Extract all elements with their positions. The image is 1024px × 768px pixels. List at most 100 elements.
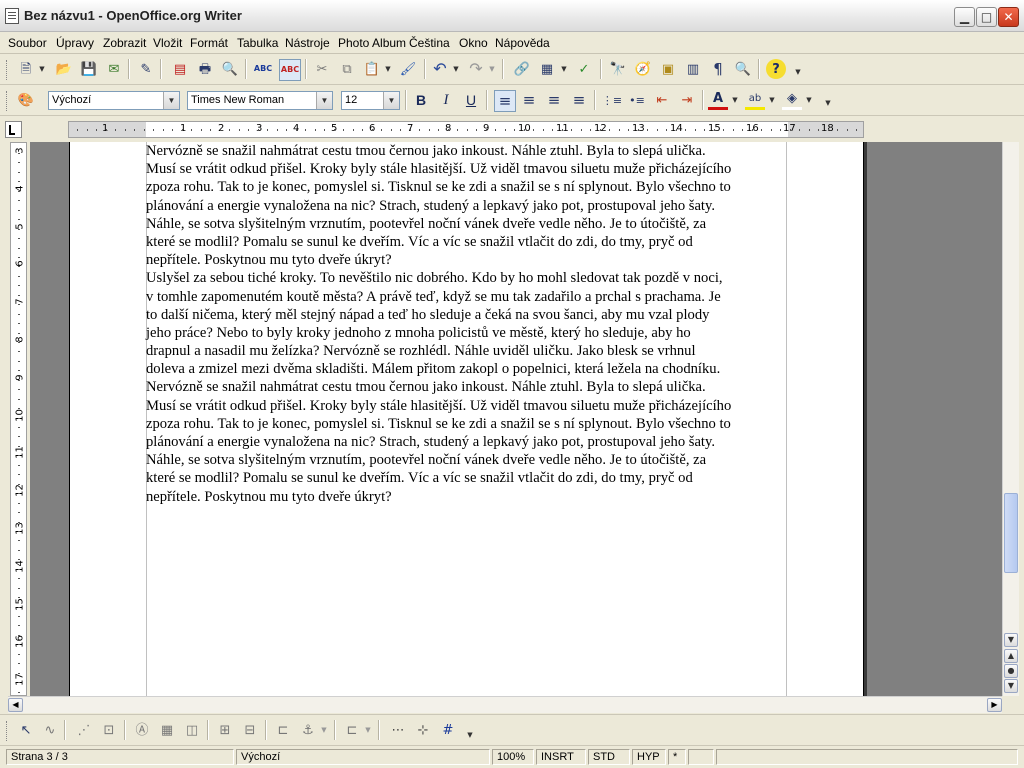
- new-document-icon[interactable]: 🗎: [16, 59, 36, 79]
- menu-nastroje[interactable]: Nástroje: [285, 36, 330, 50]
- fontwork-icon[interactable]: Ⓐ: [132, 720, 152, 740]
- menu-napoveda[interactable]: Nápověda: [495, 36, 550, 50]
- toolbar-overflow-arrow[interactable]: ▼: [466, 725, 474, 745]
- status-zoom[interactable]: 100%: [492, 749, 534, 765]
- text-line[interactable]: Musí se vrátit odkud přišel. Kroky byly …: [146, 160, 791, 178]
- hyperlink-icon[interactable]: 🔗: [512, 59, 532, 79]
- wrap-icon[interactable]: ⊏: [273, 720, 293, 740]
- cut-icon[interactable]: ✂: [312, 59, 332, 79]
- undo-dropdown-arrow[interactable]: ▼: [452, 59, 460, 79]
- bullets-button[interactable]: •≡: [627, 90, 647, 110]
- align-objects-icon[interactable]: ⊞: [215, 720, 235, 740]
- text-line[interactable]: Nervózně se snažil nahmátrat cestu tmou …: [146, 378, 791, 396]
- edit-file-icon[interactable]: ✎: [136, 59, 156, 79]
- font-name-combo[interactable]: Times New Roman ▼: [187, 91, 333, 110]
- curve-icon[interactable]: ∿: [40, 720, 60, 740]
- document-page[interactable]: Nervózně se snažil nahmátrat cestu tmou …: [69, 142, 867, 696]
- toolbar-grip[interactable]: [6, 91, 10, 111]
- object-properties-icon[interactable]: ⊏: [342, 720, 362, 740]
- status-signature[interactable]: [688, 749, 714, 765]
- styles-formatting-icon[interactable]: 🎨: [16, 90, 36, 110]
- status-page[interactable]: Strana 3 / 3: [6, 749, 234, 765]
- chevron-down-icon[interactable]: ▼: [383, 92, 399, 109]
- text-line[interactable]: nepřítele. Poskytnou mu tyto dveře úkryt…: [146, 251, 791, 269]
- open-folder-icon[interactable]: 📂: [54, 59, 74, 79]
- maximize-button[interactable]: □: [976, 7, 997, 27]
- help-icon[interactable]: ?: [766, 59, 786, 79]
- decrease-indent-button[interactable]: ⇤: [652, 90, 672, 110]
- menu-upravy[interactable]: Úpravy: [56, 36, 94, 50]
- spellcheck-icon[interactable]: ABC: [253, 59, 273, 79]
- text-line[interactable]: Náhle, se sotva slyšitelným vrznutím, po…: [146, 215, 791, 233]
- underline-button[interactable]: U: [461, 90, 481, 110]
- anchor-icon[interactable]: ⚓: [298, 720, 318, 740]
- text-line[interactable]: Musí se vrátit odkud přišel. Kroky byly …: [146, 397, 791, 415]
- export-pdf-icon[interactable]: ▤: [170, 59, 190, 79]
- chevron-down-icon[interactable]: ▼: [163, 92, 179, 109]
- numbering-button[interactable]: ⋮≡: [602, 90, 622, 110]
- text-line[interactable]: Uslyšel za sebou tiché kroky. To nevěšti…: [146, 269, 791, 287]
- vertical-scrollbar[interactable]: ▼ ▲ ● ▼: [1002, 142, 1019, 696]
- paste-icon[interactable]: 📋: [362, 59, 382, 79]
- document-text[interactable]: Nervózně se snažil nahmátrat cestu tmou …: [146, 142, 791, 506]
- menu-soubor[interactable]: Soubor: [8, 36, 47, 50]
- data-sources-icon[interactable]: ▥: [683, 59, 703, 79]
- select-icon[interactable]: ↖: [16, 720, 36, 740]
- text-line[interactable]: zpoza rohu. Tak to je konec, pomyslel si…: [146, 178, 791, 196]
- horizontal-ruler[interactable]: 1123456789101112131415161718: [68, 121, 864, 138]
- previous-page-button[interactable]: ▲: [1004, 649, 1018, 663]
- text-line[interactable]: Náhle, se sotva slyšitelným vrznutím, po…: [146, 451, 791, 469]
- paragraph-style-combo[interactable]: Výchozí ▼: [48, 91, 180, 110]
- grid-icon[interactable]: ⋯: [388, 720, 408, 740]
- anchor-dropdown-arrow[interactable]: ▼: [320, 720, 328, 740]
- background-color-icon[interactable]: ◈: [782, 90, 802, 110]
- align-left-button[interactable]: ≡: [494, 90, 516, 112]
- print-icon[interactable]: 🖶: [195, 59, 215, 79]
- highlighting-icon[interactable]: ab: [745, 90, 765, 110]
- paste-dropdown-arrow[interactable]: ▼: [384, 59, 392, 79]
- highlight-dropdown-arrow[interactable]: ▼: [768, 90, 776, 110]
- status-page-style[interactable]: Výchozí: [236, 749, 490, 765]
- text-frame-icon[interactable]: ⊡: [99, 720, 119, 740]
- chevron-down-icon[interactable]: ▼: [316, 92, 332, 109]
- status-selection-mode[interactable]: STD: [588, 749, 630, 765]
- copy-icon[interactable]: ⧉: [337, 59, 357, 79]
- vertical-ruler[interactable]: 3 4 5 6 7 8 9 10 11 12 13 14 15 16 17: [10, 142, 27, 696]
- text-line[interactable]: Nervózně se snažil nahmátrat cestu tmou …: [146, 142, 791, 160]
- tab-stop-selector[interactable]: [5, 121, 22, 138]
- toolbar-overflow-arrow[interactable]: ▼: [794, 62, 802, 82]
- text-line[interactable]: plánování a energie vynaložena na nic? S…: [146, 433, 791, 451]
- text-line[interactable]: doleva a zmizel mezi dvěma skladišti. Má…: [146, 360, 791, 378]
- helplines-icon[interactable]: ⊹: [413, 720, 433, 740]
- zoom-icon[interactable]: 🔍: [733, 59, 753, 79]
- toolbar-overflow-arrow[interactable]: ▼: [824, 93, 832, 113]
- redo-dropdown-arrow[interactable]: ▼: [488, 59, 496, 79]
- undo-icon[interactable]: ↶: [430, 59, 450, 79]
- scroll-left-button[interactable]: ◀: [8, 698, 23, 712]
- status-hyperlink-mode[interactable]: HYP: [632, 749, 666, 765]
- font-size-combo[interactable]: 12 ▼: [341, 91, 400, 110]
- redo-icon[interactable]: ↷: [466, 59, 486, 79]
- text-line[interactable]: nepřítele. Poskytnou mu tyto dveře úkryt…: [146, 488, 791, 506]
- navigator-icon[interactable]: 🧭: [633, 59, 653, 79]
- scroll-right-button[interactable]: ▶: [987, 698, 1002, 712]
- arrange-icon[interactable]: ⊟: [240, 720, 260, 740]
- minimize-button[interactable]: ▁: [954, 7, 975, 27]
- autospellcheck-icon[interactable]: ABC: [279, 59, 301, 81]
- font-color-dropdown-arrow[interactable]: ▼: [731, 90, 739, 110]
- text-line[interactable]: v tomhle zapomenutém koutě města? A práv…: [146, 288, 791, 306]
- background-color-dropdown-arrow[interactable]: ▼: [805, 90, 813, 110]
- email-icon[interactable]: ✉: [104, 59, 124, 79]
- nonprinting-characters-icon[interactable]: ¶: [708, 59, 728, 79]
- close-button[interactable]: ✕: [998, 7, 1019, 27]
- page-preview-icon[interactable]: 🔍: [220, 59, 240, 79]
- text-line[interactable]: to další ničema, který měl stejný nápad …: [146, 306, 791, 324]
- text-line[interactable]: které se modlil? Pomalu se sunul ke dveř…: [146, 233, 791, 251]
- italic-button[interactable]: I: [436, 90, 456, 110]
- menu-vlozit[interactable]: Vložit: [153, 36, 182, 50]
- status-insert-mode[interactable]: INSRT: [536, 749, 586, 765]
- horizontal-scrollbar[interactable]: ◀ ▶: [8, 696, 1002, 713]
- snap-to-grid-icon[interactable]: #: [438, 720, 458, 740]
- vertical-scroll-thumb[interactable]: [1004, 493, 1018, 573]
- text-line[interactable]: které se modlil? Pomalu se sunul ke dveř…: [146, 469, 791, 487]
